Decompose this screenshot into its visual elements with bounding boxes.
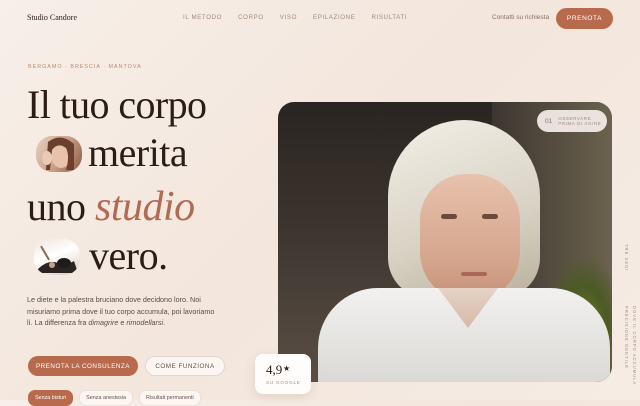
headline-line-1: Il tuo corpo xyxy=(27,82,207,127)
menu-item-epilazione[interactable]: EPILAZIONE xyxy=(313,14,355,21)
contact-link[interactable]: Contatti su richiesta xyxy=(492,14,549,21)
headline-line-4: vero. xyxy=(89,233,168,278)
rating-score: 4,9 xyxy=(266,362,283,377)
badge-number: 01 xyxy=(545,117,553,125)
cities-label: BERGAMO · BRESCIA · MANTOVA xyxy=(28,64,142,70)
book-button[interactable]: PRENOTA xyxy=(556,8,613,29)
headline-word-studio: studio xyxy=(95,184,195,230)
chip-no-surgery: Senza bisturi xyxy=(28,390,74,406)
feature-chips: Senza bisturi Senza anestesia Risultati … xyxy=(28,390,201,406)
headline-line-3: uno studio xyxy=(27,186,195,228)
face-care-thumbnail xyxy=(36,136,82,172)
side-label-precisione: PRECISIONE GENTILE xyxy=(624,306,629,369)
menu-item-risultati[interactable]: RISULTATI xyxy=(371,14,407,21)
google-rating-card: 4,9 ★ SU GOOGLE xyxy=(255,354,311,394)
em-rimodellarsi: rimodellarsi xyxy=(126,318,164,327)
headline-word-uno: uno xyxy=(27,184,86,229)
observe-badge: 01 OSSERVARE PRIMA DI AGIRE xyxy=(537,110,607,132)
menu-item-corpo[interactable]: CORPO xyxy=(238,14,264,21)
hero-description: Le diete e la palestra bruciano dove dec… xyxy=(27,295,215,327)
side-label-sedi: TRE SEDI xyxy=(624,244,629,272)
side-label-accumula: DOVE IL CORPO ACCUMULA xyxy=(632,306,637,386)
menu-item-viso[interactable]: VISO xyxy=(280,14,297,21)
how-it-works-button[interactable]: COME FUNZIONA xyxy=(145,356,225,376)
headline-line-2: merita xyxy=(88,130,188,175)
em-dimagrire: dimagrire xyxy=(88,318,119,327)
rating-source: SU GOOGLE xyxy=(266,380,301,385)
book-consultation-button[interactable]: PRENOTA LA CONSULENZA xyxy=(28,356,138,376)
treatment-thumbnail xyxy=(34,239,80,275)
chip-permanent-results: Risultati permanenti xyxy=(139,390,201,406)
main-menu: IL METODO CORPO VISO EPILAZIONE RISULTAT… xyxy=(183,14,423,21)
star-icon: ★ xyxy=(283,364,291,373)
brand-logo[interactable]: Studio Candore xyxy=(27,13,77,22)
menu-item-metodo[interactable]: IL METODO xyxy=(183,14,222,21)
top-nav: Studio Candore IL METODO CORPO VISO EPIL… xyxy=(0,0,640,36)
chip-no-anesthesia: Senza anestesia xyxy=(79,390,134,406)
hero-portrait-photo xyxy=(278,102,612,382)
badge-text: OSSERVARE PRIMA DI AGIRE xyxy=(558,115,602,127)
